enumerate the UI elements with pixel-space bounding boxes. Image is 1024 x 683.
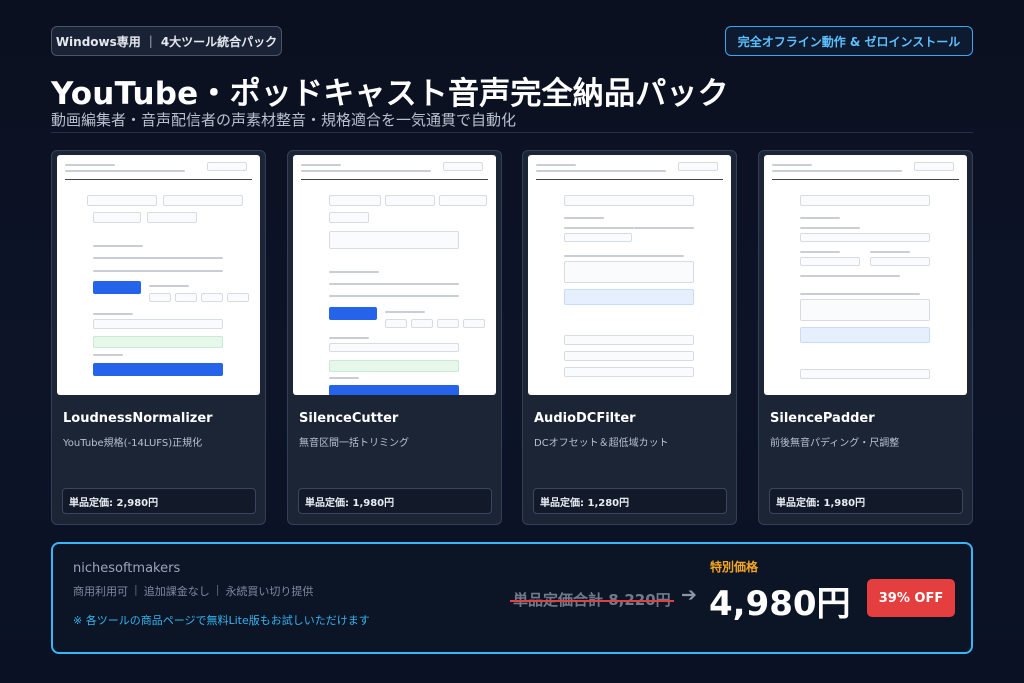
badge-separator: | [148,34,153,48]
product-price: 単品定価: 2,980円 [62,488,256,514]
product-description: 無音区間一括トリミング [299,438,409,449]
product-name: AudioDCFilter [534,411,636,426]
product-card-audiodcfilter[interactable]: AudioDCFilter DCオフセット＆超低域カット 単品定価: 1,280… [522,150,737,525]
product-screenshot [764,155,967,395]
page-title: YouTube・ポッドキャスト音声完全納品パック [51,76,729,112]
product-price: 単品定価: 1,280円 [533,488,727,514]
product-card-silencecutter[interactable]: SilenceCutter 無音区間一括トリミング 単品定価: 1,980円 [287,150,502,525]
platform-label: Windows専用 [55,34,141,49]
product-name: SilenceCutter [299,411,399,426]
original-total-price: 単品定価合計 8,220円 [510,589,674,610]
arrow-right-icon: ➔ [681,584,697,606]
product-description: 前後無音パディング・尺調整 [770,438,900,449]
pack-label: 4大ツール統合パック [160,34,278,49]
product-description: YouTube規格(-14LUFS)正規化 [63,438,203,449]
feature-list: 商用利用可 | 追加課金なし | 永続買い切り提供 [73,583,313,599]
feature-item: 追加課金なし [143,585,210,598]
product-price: 単品定価: 1,980円 [769,488,963,514]
product-card-loudnessnormalizer[interactable]: LoudnessNormalizer YouTube規格(-14LUFS)正規化… [51,150,266,525]
discount-badge: 39% OFF [867,579,955,617]
title-divider [51,132,973,133]
platform-badge: Windows専用 | 4大ツール統合パック [51,26,282,56]
product-name: LoudnessNormalizer [63,411,213,426]
product-grid: LoudnessNormalizer YouTube規格(-14LUFS)正規化… [51,150,973,525]
product-name: SilencePadder [770,411,875,426]
feature-separator: | [215,583,220,596]
page-subtitle: 動画編集者・音声配信者の声素材整音・規格適合を一気通貫で自動化 [51,111,517,129]
bundle-price: 4,980円 [709,584,851,624]
product-screenshot [57,155,260,395]
offline-badge: 完全オフライン動作 & ゼロインストール [725,26,973,56]
feature-separator: | [134,583,138,596]
feature-item: 商用利用可 [73,585,128,598]
product-card-silencepadder[interactable]: SilencePadder 前後無音パディング・尺調整 単品定価: 1,980円 [758,150,973,525]
product-screenshot [528,155,731,395]
product-price: 単品定価: 1,980円 [298,488,492,514]
feature-item: 永続買い切り提供 [225,585,314,598]
product-description: DCオフセット＆超低域カット [534,438,669,449]
lite-version-note: ※ 各ツールの商品ページで無料Lite版もお試しいただけます [73,614,370,627]
brand-name: nichesoftmakers [73,561,181,576]
strikethrough-line [510,599,674,602]
product-screenshot [293,155,496,395]
special-price-label: 特別価格 [710,560,759,574]
bundle-offer-panel: nichesoftmakers 商用利用可 | 追加課金なし | 永続買い切り提… [51,542,973,654]
